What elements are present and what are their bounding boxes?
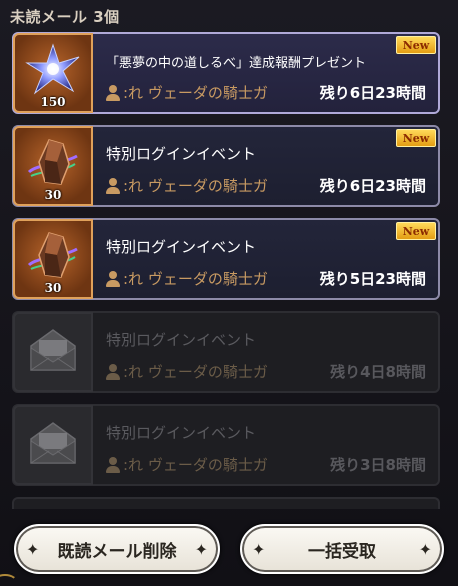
- mail-title: 特別ログインイベント: [106, 238, 257, 256]
- mail-title: 特別ログインイベント: [106, 331, 257, 349]
- new-badge: New: [396, 36, 436, 54]
- person-icon: [106, 270, 120, 287]
- item-quantity: 30: [44, 281, 62, 295]
- remaining-time: 残り6日23時間: [319, 177, 426, 195]
- ore-crystal-icon: [27, 139, 78, 185]
- mail-sender: :れ ヴェーダの騎士ガ: [123, 456, 268, 474]
- delete-read-mail-button[interactable]: ✦ 既読メール削除 ✦: [14, 524, 220, 574]
- mail-item-partial[interactable]: [12, 497, 440, 509]
- person-icon: [106, 177, 120, 194]
- mail-title: 特別ログインイベント: [106, 424, 257, 442]
- remaining-time: 残り6日23時間: [319, 84, 426, 102]
- mail-item[interactable]: 特別ログインイベント :れ ヴェーダの騎士ガ 残り3日8時間: [12, 404, 440, 486]
- person-icon: [106, 363, 120, 380]
- opened-envelope-icon: [30, 329, 76, 371]
- mail-item[interactable]: 30 特別ログインイベント :れ ヴェーダの騎士ガ 残り6日23時間 New: [12, 125, 440, 207]
- corner-ornament: [0, 574, 18, 586]
- new-badge: New: [396, 222, 436, 240]
- star-crystal-icon: [25, 43, 80, 95]
- unread-mail-count: 未読メール 3個: [10, 8, 120, 26]
- ore-crystal-icon: [27, 232, 78, 278]
- delete-read-mail-label: 既読メール削除: [57, 541, 177, 562]
- receive-all-label: 一括受取: [308, 541, 376, 562]
- sender-row: :れ ヴェーダの騎士ガ: [106, 361, 303, 382]
- mail-title: 「悪夢の中の道しるべ」達成報酬プレゼント: [106, 56, 367, 71]
- remaining-time: 残り4日8時間: [330, 363, 426, 381]
- remaining-time: 残り3日8時間: [330, 456, 426, 474]
- sparkle-icon: ✦: [418, 540, 432, 559]
- sender-row: :れ ヴェーダの騎士ガ: [106, 268, 303, 289]
- person-icon: [106, 456, 120, 473]
- mail-sender: :れ ヴェーダの騎士ガ: [123, 84, 268, 102]
- sparkle-icon: ✦: [252, 540, 266, 559]
- receive-all-button[interactable]: ✦ 一括受取 ✦: [240, 524, 444, 574]
- mail-sender: :れ ヴェーダの騎士ガ: [123, 363, 268, 381]
- item-slot: 30: [13, 126, 93, 206]
- sender-row: :れ ヴェーダの騎士ガ: [106, 175, 303, 196]
- item-slot: [13, 312, 93, 392]
- mail-screen: 未読メール 3個 150 「悪夢の中の道しるべ」達成報酬プレゼント:れ ヴェー…: [0, 0, 458, 586]
- item-quantity: 30: [44, 188, 62, 202]
- opened-envelope-icon: [30, 422, 76, 464]
- mail-title: 特別ログインイベント: [106, 145, 257, 163]
- new-badge: New: [396, 129, 436, 147]
- person-icon: [106, 84, 120, 101]
- sender-row: :れ ヴェーダの騎士ガ: [106, 82, 303, 103]
- remaining-time: 残り5日23時間: [319, 270, 426, 288]
- mail-sender: :れ ヴェーダの騎士ガ: [123, 270, 268, 288]
- item-slot: 150: [13, 33, 93, 113]
- item-slot: [13, 405, 93, 485]
- sparkle-icon: ✦: [194, 540, 208, 559]
- mail-item[interactable]: 150 「悪夢の中の道しるべ」達成報酬プレゼント :れ ヴェーダの騎士ガ 残り6…: [12, 32, 440, 114]
- mail-item[interactable]: 特別ログインイベント :れ ヴェーダの騎士ガ 残り4日8時間: [12, 311, 440, 393]
- mail-sender: :れ ヴェーダの騎士ガ: [123, 177, 268, 195]
- mail-list[interactable]: 150 「悪夢の中の道しるべ」達成報酬プレゼント :れ ヴェーダの騎士ガ 残り6…: [12, 32, 442, 497]
- sender-row: :れ ヴェーダの騎士ガ: [106, 454, 303, 475]
- mail-item[interactable]: 30 特別ログインイベント :れ ヴェーダの騎士ガ 残り5日23時間 New: [12, 218, 440, 300]
- item-quantity: 150: [40, 95, 66, 109]
- sparkle-icon: ✦: [26, 540, 40, 559]
- item-slot: 30: [13, 219, 93, 299]
